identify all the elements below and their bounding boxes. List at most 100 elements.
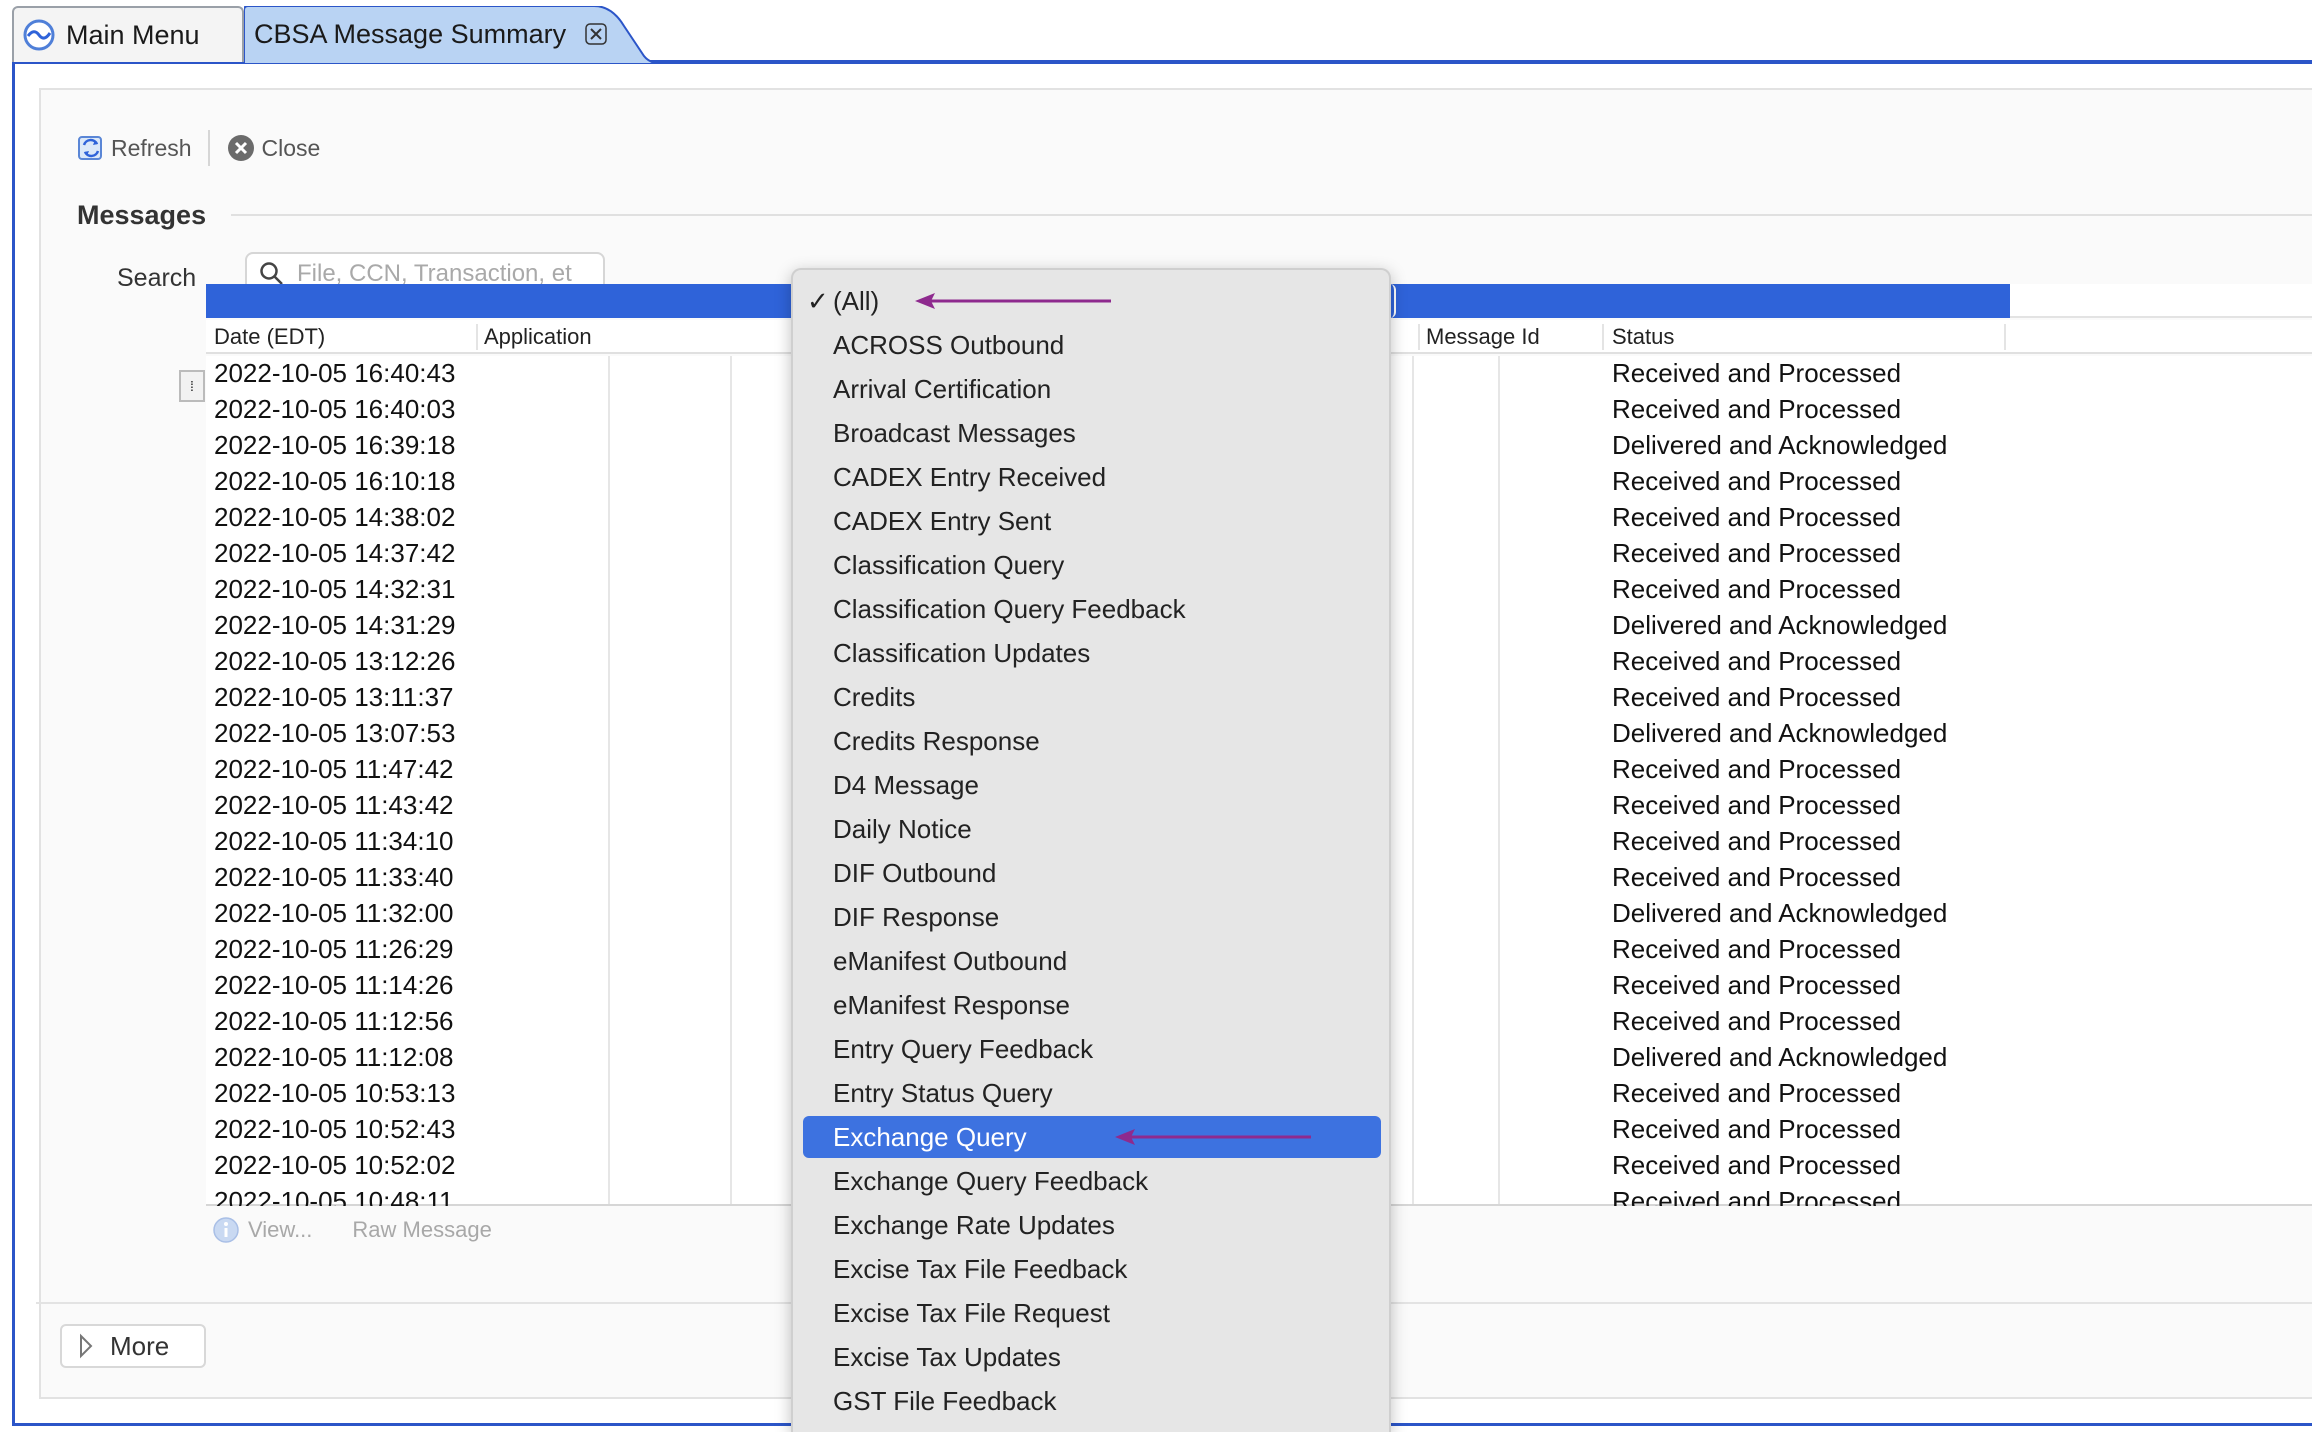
column-divider bbox=[2004, 324, 2006, 350]
dropdown-option-label: Arrival Certification bbox=[833, 373, 1052, 404]
dropdown-option[interactable]: Entry Status Query bbox=[803, 1072, 1381, 1114]
view-link[interactable]: View... bbox=[248, 1217, 312, 1243]
row-date: 2022-10-05 14:38:02 bbox=[214, 502, 456, 532]
more-label: More bbox=[110, 1330, 170, 1361]
column-divider bbox=[476, 324, 478, 350]
dropdown-option[interactable]: Classification Query Feedback bbox=[803, 588, 1381, 630]
dropdown-option-label: CADEX Entry Sent bbox=[833, 505, 1052, 536]
close-button[interactable]: Close bbox=[218, 133, 329, 163]
row-date: 2022-10-05 14:32:31 bbox=[214, 574, 456, 604]
dropdown-option[interactable]: Excise Tax File Feedback bbox=[803, 1248, 1381, 1290]
dropdown-option-label: Credits bbox=[833, 681, 916, 712]
app-logo-icon bbox=[23, 19, 55, 51]
dropdown-option-label: D4 Message bbox=[833, 769, 979, 800]
dropdown-option-label: DIF Response bbox=[833, 901, 1000, 932]
dropdown-option[interactable]: Credits Response bbox=[803, 720, 1381, 762]
dropdown-option[interactable]: eManifest Outbound bbox=[803, 940, 1381, 982]
row-status: Delivered and Acknowledged bbox=[1612, 898, 1948, 928]
dropdown-option[interactable]: D4 Message bbox=[803, 764, 1381, 806]
row-date: 2022-10-05 11:33:40 bbox=[214, 862, 454, 892]
row-status: Received and Processed bbox=[1612, 466, 1902, 496]
column-header-date[interactable]: Date (EDT) bbox=[214, 324, 325, 350]
dropdown-option-label: Excise Tax Updates bbox=[833, 1341, 1061, 1372]
message-type-dropdown: ✓ (All) ACROSS Outbound Arrival Certificati… bbox=[791, 268, 1391, 1432]
dropdown-option[interactable]: CADEX Entry Sent bbox=[803, 500, 1381, 542]
dropdown-option[interactable]: Exchange Query bbox=[803, 1116, 1381, 1158]
dropdown-option-label: Excise Tax File Feedback bbox=[833, 1253, 1128, 1284]
row-status: Received and Processed bbox=[1612, 1078, 1902, 1108]
row-status: Received and Processed bbox=[1612, 646, 1902, 676]
column-header-message-id[interactable]: Message Id bbox=[1426, 324, 1540, 350]
dropdown-option-label: Classification Updates bbox=[833, 637, 1091, 668]
dropdown-option-label: Classification Query bbox=[833, 549, 1065, 580]
row-date: 2022-10-05 11:12:56 bbox=[214, 1006, 454, 1036]
refresh-button[interactable]: Refresh bbox=[69, 133, 200, 163]
refresh-icon bbox=[78, 136, 102, 160]
filter-bar-end bbox=[2010, 284, 2312, 318]
row-date: 2022-10-05 10:48:11 bbox=[214, 1186, 454, 1206]
dropdown-option[interactable]: Classification Updates bbox=[803, 632, 1381, 674]
dropdown-option-label: Broadcast Messages bbox=[833, 417, 1076, 448]
row-status: Received and Processed bbox=[1612, 1006, 1902, 1036]
tab-cbsa-label: CBSA Message Summary bbox=[254, 18, 567, 49]
row-status: Received and Processed bbox=[1612, 1186, 1902, 1206]
dropdown-option-label: Exchange Query Feedback bbox=[833, 1165, 1149, 1196]
dropdown-option[interactable]: Credits bbox=[803, 676, 1381, 718]
dropdown-option-label: GST File Feedback bbox=[833, 1385, 1057, 1416]
column-header-application[interactable]: Application bbox=[484, 324, 592, 350]
row-date: 2022-10-05 11:12:08 bbox=[214, 1042, 454, 1072]
row-status: Delivered and Acknowledged bbox=[1612, 430, 1948, 460]
row-status: Received and Processed bbox=[1612, 1114, 1902, 1144]
dropdown-option[interactable]: DIF Response bbox=[803, 896, 1381, 938]
dropdown-option-label: Daily Notice bbox=[833, 813, 972, 844]
dropdown-option[interactable]: DIF Outbound bbox=[803, 852, 1381, 894]
dropdown-option-label: eManifest Response bbox=[833, 989, 1071, 1020]
dropdown-option[interactable]: Entry Query Feedback bbox=[803, 1028, 1381, 1070]
close-circle-icon bbox=[227, 135, 254, 161]
dropdown-option[interactable]: Excise Tax File Request bbox=[803, 1292, 1381, 1334]
dropdown-option[interactable]: Classification Query bbox=[803, 544, 1381, 586]
refresh-label: Refresh bbox=[111, 134, 192, 161]
dropdown-option[interactable]: CADEX Entry Received bbox=[803, 456, 1381, 498]
row-status: Received and Processed bbox=[1612, 862, 1902, 892]
row-status: Delivered and Acknowledged bbox=[1612, 610, 1948, 640]
row-date: 2022-10-05 11:32:00 bbox=[214, 898, 454, 928]
column-resize-handle[interactable]: ⁞ bbox=[179, 370, 205, 402]
tab-strip: Main Menu CBSA Message Summary bbox=[0, 0, 2312, 64]
messages-section-title: Messages bbox=[77, 200, 207, 230]
dropdown-option[interactable]: ✓ (All) bbox=[803, 280, 1381, 322]
dropdown-option-label: DIF Outbound bbox=[833, 857, 997, 888]
close-tab-icon[interactable] bbox=[584, 22, 608, 46]
row-status: Received and Processed bbox=[1612, 358, 1902, 388]
row-date: 2022-10-05 11:26:29 bbox=[214, 934, 454, 964]
dropdown-option[interactable]: Exchange Query Feedback bbox=[803, 1160, 1381, 1202]
dropdown-option[interactable]: Arrival Certification bbox=[803, 368, 1381, 410]
dropdown-option[interactable]: eManifest Response bbox=[803, 984, 1381, 1026]
column-header-status[interactable]: Status bbox=[1612, 324, 1674, 350]
more-button[interactable]: More bbox=[60, 1324, 206, 1368]
dropdown-option-label: Excise Tax File Request bbox=[833, 1297, 1110, 1328]
raw-message-link[interactable]: Raw Message bbox=[352, 1217, 491, 1243]
dropdown-option-label: ACROSS Outbound bbox=[833, 329, 1065, 360]
row-status: Delivered and Acknowledged bbox=[1612, 718, 1948, 748]
dropdown-option[interactable]: Broadcast Messages bbox=[803, 412, 1381, 454]
row-date: 2022-10-05 13:12:26 bbox=[214, 646, 456, 676]
row-date: 2022-10-05 13:07:53 bbox=[214, 718, 456, 748]
dropdown-option[interactable]: Exchange Rate Updates bbox=[803, 1204, 1381, 1246]
dropdown-option-label: CADEX Entry Received bbox=[833, 461, 1107, 492]
dropdown-option[interactable]: Excise Tax Updates bbox=[803, 1336, 1381, 1378]
dropdown-option-label: eManifest Outbound bbox=[833, 945, 1068, 976]
row-status: Received and Processed bbox=[1612, 754, 1902, 784]
dropdown-option[interactable]: GST File Feedback bbox=[803, 1380, 1381, 1422]
dropdown-option-label: Entry Status Query bbox=[833, 1077, 1053, 1108]
row-status: Received and Processed bbox=[1612, 826, 1902, 856]
dropdown-option[interactable]: ACROSS Outbound bbox=[803, 324, 1381, 366]
row-date: 2022-10-05 10:52:43 bbox=[214, 1114, 456, 1144]
row-actions: View... Raw Message bbox=[212, 1216, 492, 1244]
dropdown-option[interactable]: Daily Notice bbox=[803, 808, 1381, 850]
tab-main-menu[interactable]: Main Menu bbox=[12, 6, 244, 62]
row-date: 2022-10-05 10:53:13 bbox=[214, 1078, 456, 1108]
tab-cbsa-message-summary[interactable]: CBSA Message Summary bbox=[244, 6, 664, 64]
tab-main-menu-label: Main Menu bbox=[66, 19, 200, 50]
annotation-arrow-icon bbox=[915, 293, 1111, 309]
